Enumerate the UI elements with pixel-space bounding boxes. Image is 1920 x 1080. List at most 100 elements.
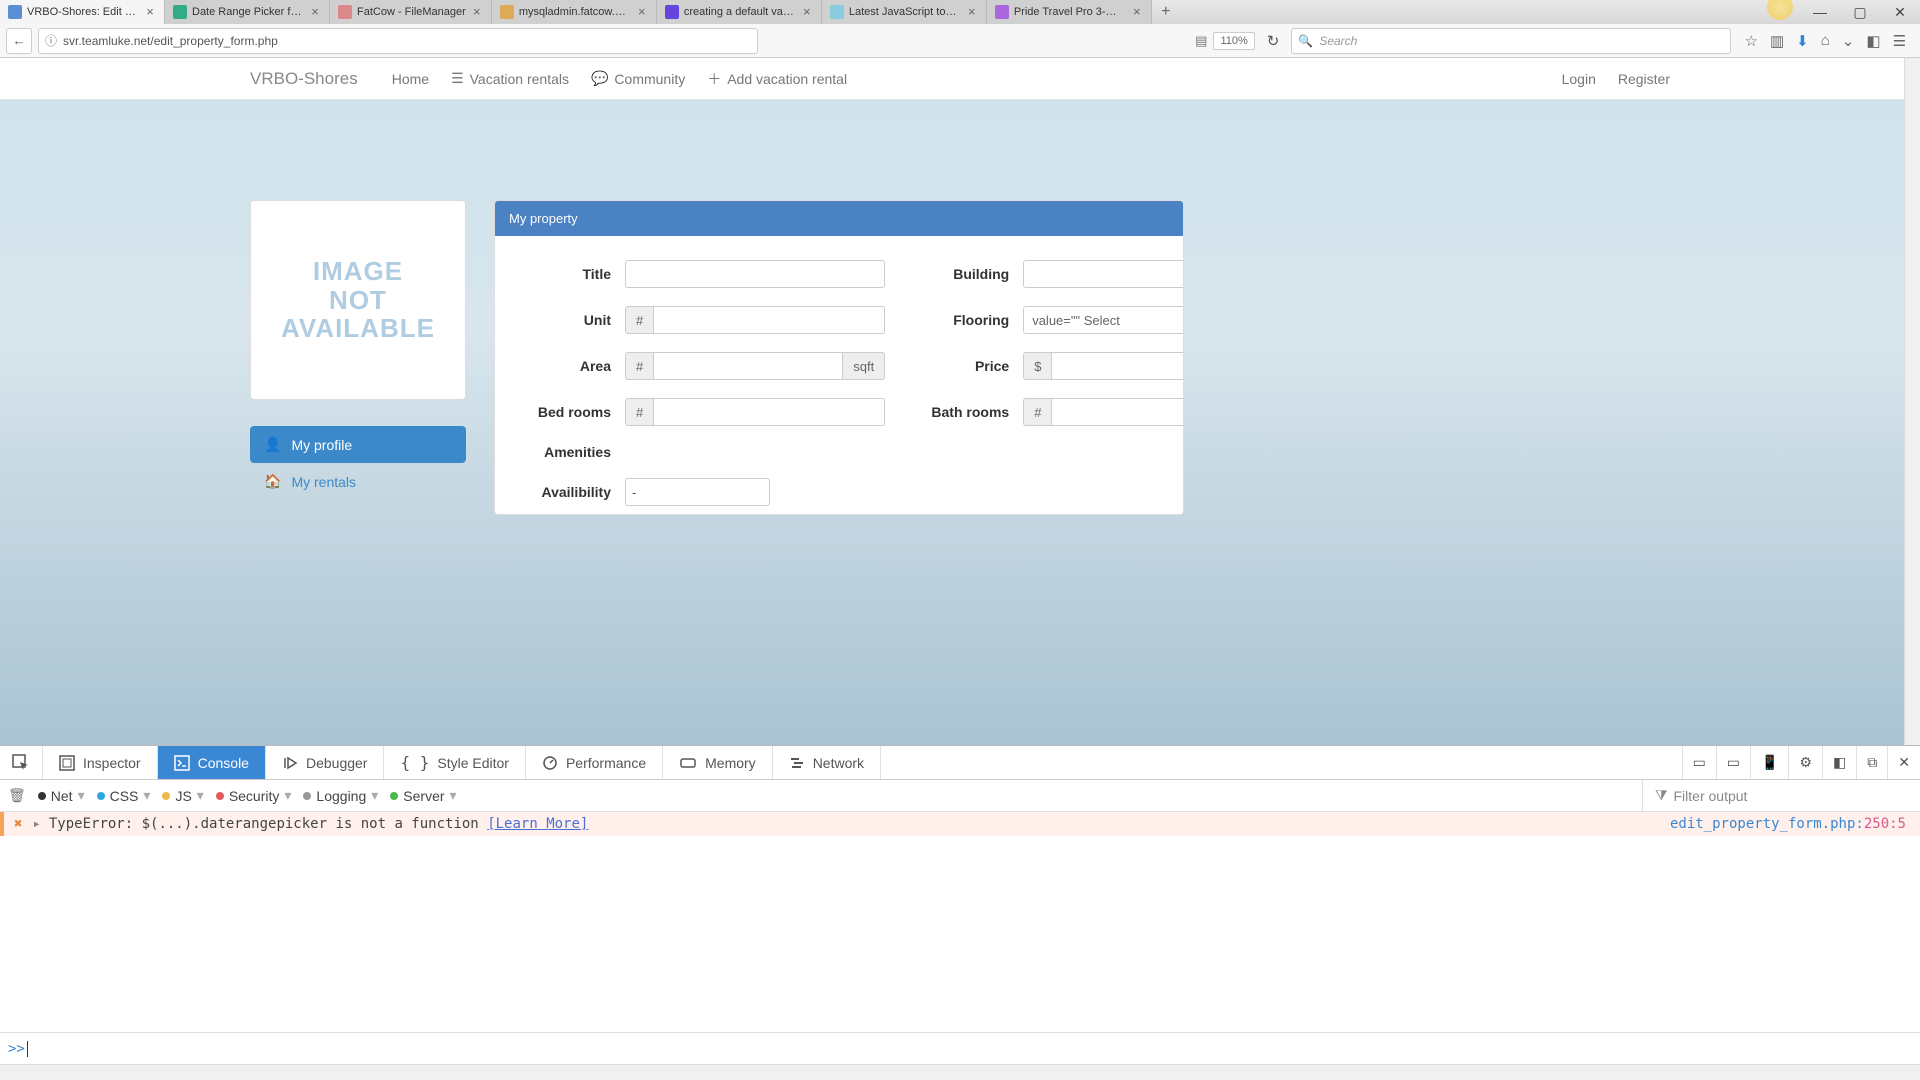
hash-addon: # bbox=[625, 398, 653, 426]
expand-icon[interactable]: ▸ bbox=[32, 816, 48, 832]
label-price: Price bbox=[913, 358, 1023, 374]
learn-more-link[interactable]: [Learn More] bbox=[487, 816, 588, 832]
filter-placeholder: Filter output bbox=[1674, 788, 1748, 804]
search-placeholder: Search bbox=[1319, 34, 1357, 48]
hash-addon: # bbox=[1023, 398, 1051, 426]
responsive-icon[interactable]: 📱 bbox=[1750, 746, 1788, 779]
nav-login[interactable]: Login bbox=[1562, 71, 1596, 87]
dock-left-icon[interactable]: ◧ bbox=[1822, 746, 1856, 779]
tab[interactable]: FatCow - FileManager × bbox=[330, 0, 492, 24]
bedrooms-field[interactable] bbox=[653, 398, 885, 426]
filter-js[interactable]: JS ▾ bbox=[162, 787, 203, 804]
dock-side-icon[interactable]: ▭ bbox=[1682, 746, 1716, 779]
label-building: Building bbox=[913, 266, 1023, 282]
tab-close-icon[interactable]: × bbox=[144, 6, 156, 18]
flooring-select[interactable]: value="" Select bbox=[1023, 306, 1184, 334]
settings-gear-icon[interactable]: ⚙ bbox=[1788, 746, 1822, 779]
minimize-button[interactable]: — bbox=[1800, 0, 1840, 24]
tab[interactable]: Pride Travel Pro 3-Wheel - P × bbox=[987, 0, 1152, 24]
pick-element-icon[interactable] bbox=[0, 746, 43, 779]
image-not-available-text: IMAGENOTAVAILABLE bbox=[281, 257, 435, 343]
label-bedrooms: Bed rooms bbox=[515, 404, 625, 420]
downloads-icon[interactable]: ⬇ bbox=[1796, 32, 1809, 50]
nav-home[interactable]: Home bbox=[392, 71, 429, 87]
tab-close-icon[interactable]: × bbox=[309, 6, 321, 18]
sidebar-item-my-profile[interactable]: 👤 My profile bbox=[250, 426, 466, 463]
error-source[interactable]: edit_property_form.php:250:5 bbox=[1670, 816, 1912, 832]
tab-close-icon[interactable]: × bbox=[471, 6, 483, 18]
maximize-button[interactable]: ▢ bbox=[1840, 0, 1880, 24]
label-title: Title bbox=[515, 266, 625, 282]
tab-active[interactable]: VRBO-Shores: Edit property × bbox=[0, 0, 165, 24]
url-bar[interactable]: ⓘ svr.teamluke.net/edit_property_form.ph… bbox=[38, 28, 758, 54]
tab-performance[interactable]: Performance bbox=[526, 746, 663, 779]
tab[interactable]: mysqladmin.fatcow.com / c × bbox=[492, 0, 657, 24]
tab-title: creating a default value of n bbox=[684, 6, 796, 18]
bookmark-star-icon[interactable]: ☆ bbox=[1745, 32, 1758, 50]
tab-console[interactable]: Console bbox=[158, 746, 266, 779]
building-select[interactable] bbox=[1023, 260, 1184, 288]
nav-vacation-rentals[interactable]: ☰Vacation rentals bbox=[451, 70, 569, 87]
split-console-icon[interactable]: ▭ bbox=[1716, 746, 1750, 779]
tab-memory[interactable]: Memory bbox=[663, 746, 773, 779]
unit-field[interactable] bbox=[653, 306, 885, 334]
tab-inspector[interactable]: Inspector bbox=[43, 746, 158, 779]
tab-close-icon[interactable]: × bbox=[1131, 6, 1143, 18]
tab-style-editor[interactable]: { } Style Editor bbox=[384, 746, 526, 779]
close-window-button[interactable]: ✕ bbox=[1880, 0, 1920, 24]
tab-label: Debugger bbox=[306, 755, 368, 771]
brand[interactable]: VRBO-Shores bbox=[250, 69, 358, 89]
devtools-hscrollbar[interactable] bbox=[0, 1064, 1920, 1080]
title-field[interactable] bbox=[625, 260, 885, 288]
filter-server[interactable]: Server ▾ bbox=[390, 787, 456, 804]
close-devtools-icon[interactable]: ✕ bbox=[1887, 746, 1920, 779]
tab-close-icon[interactable]: × bbox=[966, 6, 978, 18]
image-placeholder-card: IMAGENOTAVAILABLE bbox=[250, 200, 466, 400]
reader-icon[interactable]: ▤ bbox=[1195, 33, 1207, 49]
console-input[interactable]: >> bbox=[0, 1032, 1920, 1064]
label-bathrooms: Bath rooms bbox=[913, 404, 1023, 420]
tab-debugger[interactable]: Debugger bbox=[266, 746, 385, 779]
tab-close-icon[interactable]: × bbox=[636, 6, 648, 18]
label-availibility: Availibility bbox=[515, 484, 625, 500]
home-icon[interactable]: ⌂ bbox=[1821, 32, 1830, 50]
dock-bottom-icon[interactable]: ⧉ bbox=[1856, 746, 1887, 779]
browser-tabs: VRBO-Shores: Edit property × Date Range … bbox=[0, 0, 1760, 24]
tab[interactable]: creating a default value of n × bbox=[657, 0, 822, 24]
price-field[interactable] bbox=[1051, 352, 1184, 380]
new-tab-button[interactable]: + bbox=[1152, 0, 1180, 24]
console-error-row[interactable]: ✖ ▸ TypeError: $(...).daterangepicker is… bbox=[0, 812, 1920, 836]
addon-icon[interactable]: ◧ bbox=[1866, 32, 1880, 50]
sidebar-item-my-rentals[interactable]: 🏠 My rentals bbox=[250, 463, 466, 500]
dollar-addon: $ bbox=[1023, 352, 1051, 380]
filter-security[interactable]: Security ▾ bbox=[216, 787, 292, 804]
list-icon: ☰ bbox=[451, 70, 464, 87]
nav-community[interactable]: 💬Community bbox=[591, 70, 685, 87]
tab-close-icon[interactable]: × bbox=[801, 6, 813, 18]
zoom-indicator[interactable]: 110% bbox=[1213, 32, 1254, 50]
nav-register[interactable]: Register bbox=[1618, 71, 1670, 87]
filter-css[interactable]: CSS ▾ bbox=[97, 787, 151, 804]
tab[interactable]: Latest JavaScript topics - Th × bbox=[822, 0, 987, 24]
tab-label: Console bbox=[198, 755, 249, 771]
search-bar[interactable]: 🔍 Search bbox=[1291, 28, 1730, 54]
tab-label: Style Editor bbox=[437, 755, 509, 771]
area-field[interactable] bbox=[653, 352, 843, 380]
menu-icon[interactable]: ☰ bbox=[1893, 32, 1906, 50]
back-button[interactable]: ← bbox=[6, 28, 32, 54]
tab-title: Latest JavaScript topics - Th bbox=[849, 6, 961, 18]
pocket-icon[interactable]: ⌄ bbox=[1842, 32, 1855, 50]
bathrooms-field[interactable] bbox=[1051, 398, 1184, 426]
nav-add-rental[interactable]: ＋Add vacation rental bbox=[707, 69, 847, 89]
library-icon[interactable]: ▥ bbox=[1770, 32, 1784, 50]
clear-console-icon[interactable]: 🗑 bbox=[8, 787, 26, 804]
tab-network[interactable]: Network bbox=[773, 746, 881, 779]
filter-logging[interactable]: Logging ▾ bbox=[303, 787, 378, 804]
availibility-field[interactable] bbox=[625, 478, 770, 506]
devtools-panel: Inspector Console Debugger { } Style Edi… bbox=[0, 745, 1920, 1080]
reload-button[interactable]: ↻ bbox=[1261, 32, 1286, 50]
tab[interactable]: Date Range Picker for Boots × bbox=[165, 0, 330, 24]
filter-output-input[interactable]: ⧩ Filter output bbox=[1642, 780, 1912, 811]
filter-net[interactable]: Net ▾ bbox=[38, 787, 85, 804]
page-scrollbar[interactable] bbox=[1904, 58, 1920, 745]
